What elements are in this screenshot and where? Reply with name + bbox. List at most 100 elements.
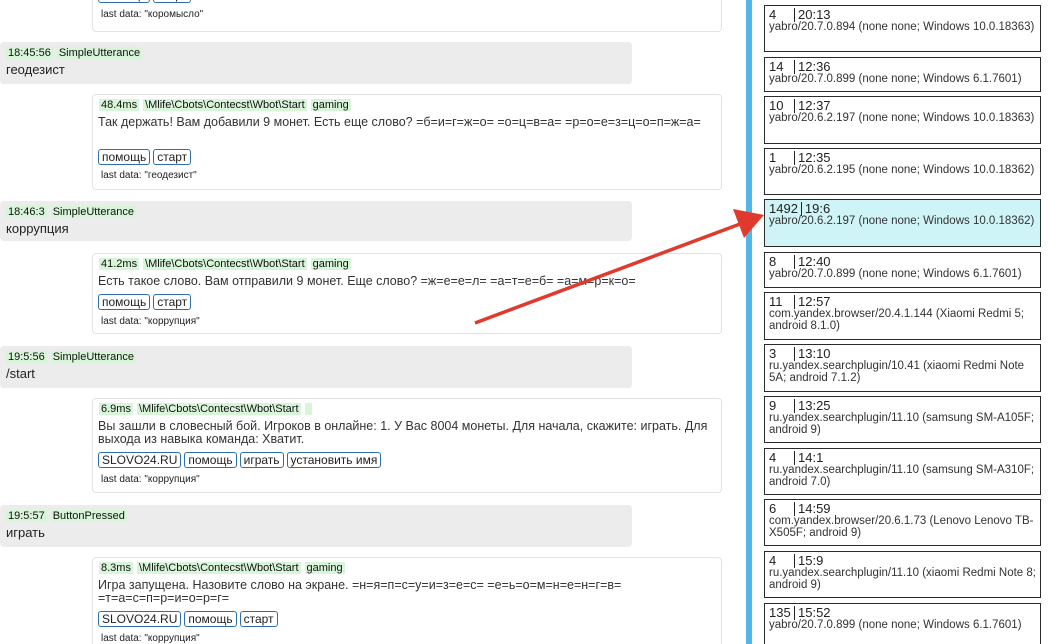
utterance-message: 18:45:56 SimpleUtterance геодезист: [0, 42, 632, 84]
response-buttons: помощьстарт: [98, 149, 194, 165]
session-time: 12:37: [798, 98, 831, 113]
session-item[interactable]: 3 13:10 ru.yandex.searchplugin/10.41 (xiao…: [764, 344, 1041, 392]
session-item[interactable]: 4 20:13 yabro/20.7.0.894 (none none; Windo…: [764, 5, 1041, 52]
suggest-button[interactable]: старт: [239, 611, 278, 627]
session-header: 135 15:52: [769, 606, 1036, 620]
session-user-agent: yabro/20.6.2.197 (none none; Windows 10.…: [769, 215, 1035, 227]
session-count: 3: [769, 347, 795, 361]
suggest-button[interactable]: старт: [153, 294, 192, 310]
response-tag: gaming: [304, 562, 345, 574]
last-data: last data: "коррупция": [101, 633, 200, 644]
suggest-button[interactable]: старт: [153, 149, 192, 165]
session-time: 12:57: [798, 294, 831, 309]
utterance-meta: 19:5:56 SimpleUtterance: [6, 350, 140, 364]
session-header: 4 15:9: [769, 554, 1036, 568]
utterance-type: SimpleUtterance: [56, 47, 143, 59]
session-header: 3 13:10: [769, 347, 1036, 361]
suggest-button[interactable]: SLOVO24.RU: [98, 452, 182, 468]
session-time: 12:36: [798, 59, 831, 74]
last-data: last data: "коромысло": [101, 9, 204, 20]
session-item[interactable]: 11 12:57 com.yandex.browser/20.4.1.144 (Xi…: [764, 292, 1041, 340]
session-count: 11: [769, 295, 795, 309]
session-item[interactable]: 8 12:40 yabro/20.7.0.899 (none none; Windo…: [764, 252, 1041, 288]
utterance-type: ButtonPressed: [50, 510, 127, 522]
session-count: 9: [769, 399, 795, 413]
session-user-agent: ru.yandex.searchplugin/11.10 (xiaomi Red…: [769, 567, 1036, 591]
response-tag: gaming: [310, 258, 351, 270]
utterance-type: SimpleUtterance: [50, 351, 137, 363]
session-item[interactable]: 135 15:52 yabro/20.7.0.899 (none none; Win…: [764, 603, 1041, 644]
session-time: 15:9: [798, 553, 824, 568]
suggest-button[interactable]: помощь: [98, 294, 151, 310]
suggest-button[interactable]: помощь: [98, 0, 151, 3]
session-user-agent: yabro/20.6.2.195 (none none; Windows 10.…: [769, 164, 1035, 176]
utterance-type: SimpleUtterance: [50, 206, 137, 218]
session-item[interactable]: 6 14:59 com.yandex.browser/20.6.1.73 (Leno…: [764, 499, 1041, 546]
session-user-agent: yabro/20.7.0.899 (none none; Windows 6.1…: [769, 268, 1022, 280]
vertical-scrollbar[interactable]: [746, 0, 752, 644]
response-text: Игра запущена. Назовите слово на экране.…: [98, 578, 622, 605]
session-header: 6 14:59: [769, 502, 1036, 516]
suggest-button[interactable]: установить имя: [286, 452, 382, 468]
session-user-agent: com.yandex.browser/20.6.1.73 (Lenovo Len…: [769, 515, 1034, 539]
session-user-agent: yabro/20.7.0.899 (none none; Windows 6.1…: [769, 619, 1022, 631]
session-item[interactable]: 10 12:37 yabro/20.6.2.197 (none none; Wind…: [764, 96, 1041, 144]
session-time: 12:40: [798, 254, 831, 269]
session-header: 1 12:35: [769, 151, 1036, 165]
session-item[interactable]: 1 12:35 yabro/20.6.2.195 (none none; Windo…: [764, 148, 1041, 195]
suggest-button[interactable]: SLOVO24.RU: [98, 611, 182, 627]
session-item[interactable]: 1492 19:6 yabro/20.6.2.197 (none none; Win…: [764, 199, 1041, 247]
session-count: 6: [769, 502, 795, 516]
session-user-agent: ru.yandex.searchplugin/11.10 (samsung SM…: [769, 412, 1035, 436]
handler-path: \Mlife\Cbots\Contecst\Wbot\Start: [136, 562, 301, 574]
response-meta: 41.2ms \Mlife\Cbots\Contecst\Wbot\Start ga…: [99, 257, 355, 271]
session-header: 10 12:37: [769, 99, 1036, 113]
session-user-agent: yabro/20.7.0.899 (none none; Windows 6.1…: [769, 73, 1022, 85]
utterance-text: играть: [6, 525, 45, 540]
session-header: 8 12:40: [769, 255, 1036, 269]
session-header: 4 20:13: [769, 8, 1036, 22]
last-data: last data: "коррупция": [101, 316, 200, 327]
session-item[interactable]: 4 15:9 ru.yandex.searchplugin/11.10 (xiaom…: [764, 551, 1041, 598]
suggest-button[interactable]: помощь: [184, 452, 237, 468]
response-duration: 41.2ms: [99, 258, 140, 270]
suggest-button[interactable]: старт: [153, 0, 192, 3]
session-count: 1: [769, 151, 795, 165]
session-user-agent: com.yandex.browser/20.4.1.144 (Xiaomi Re…: [769, 308, 1025, 332]
last-data: last data: "коррупция": [101, 474, 200, 485]
suggest-button[interactable]: помощь: [184, 611, 237, 627]
handler-path: \Mlife\Cbots\Contecst\Wbot\Start: [143, 258, 307, 270]
suggest-button[interactable]: помощь: [98, 149, 151, 165]
response-text: Есть такое слово. Вам отправили 9 монет.…: [98, 274, 636, 288]
response-text: Вы зашли в словесный бой. Игроков в онла…: [98, 419, 708, 446]
suggest-button[interactable]: играть: [239, 452, 284, 468]
session-count: 8: [769, 255, 795, 269]
dialog-log: помощьстартlast data: "коромысло"18:45:5…: [0, 0, 740, 644]
response-card: 8.3ms \Mlife\Cbots\Contecst\Wbot\Start gam…: [92, 557, 722, 644]
session-count: 4: [769, 554, 795, 568]
session-header: 1492 19:6: [769, 202, 1036, 216]
session-user-agent: ru.yandex.searchplugin/11.10 (samsung SM…: [769, 464, 1035, 488]
response-meta: 48.4ms \Mlife\Cbots\Contecst\Wbot\Start ga…: [99, 98, 355, 112]
session-header: 11 12:57: [769, 295, 1036, 309]
session-time: 13:25: [798, 398, 831, 413]
session-time: 15:52: [798, 605, 831, 620]
session-user-agent: yabro/20.6.2.197 (none none; Windows 10.…: [769, 112, 1035, 124]
session-time: 19:6: [804, 201, 831, 216]
session-time: 14:1: [798, 450, 824, 465]
session-item[interactable]: 9 13:25 ru.yandex.searchplugin/11.10 (sams…: [764, 396, 1041, 443]
utterance-text: коррупция: [6, 221, 69, 236]
response-meta: 8.3ms \Mlife\Cbots\Contecst\Wbot\Start gam…: [99, 561, 349, 575]
session-item[interactable]: 14 12:36 yabro/20.7.0.899 (none none; Wind…: [764, 57, 1041, 92]
session-user-agent: ru.yandex.searchplugin/10.41 (xiaomi Red…: [769, 360, 1025, 384]
session-header: 9 13:25: [769, 399, 1036, 413]
response-card: 48.4ms \Mlife\Cbots\Contecst\Wbot\Start ga…: [92, 94, 722, 190]
last-data: last data: "геодезист": [101, 170, 197, 181]
response-card: 6.9ms \Mlife\Cbots\Contecst\Wbot\Start Вы…: [92, 398, 722, 493]
session-time: 14:59: [798, 501, 831, 516]
response-duration: 6.9ms: [99, 403, 133, 415]
utterance-message: 18:46:3 SimpleUtterance коррупция: [0, 201, 632, 241]
session-item[interactable]: 4 14:1 ru.yandex.searchplugin/11.10 (samsu…: [764, 448, 1041, 495]
utterance-text: геодезист: [6, 62, 65, 77]
response-buttons: помощьстарт: [98, 0, 194, 3]
